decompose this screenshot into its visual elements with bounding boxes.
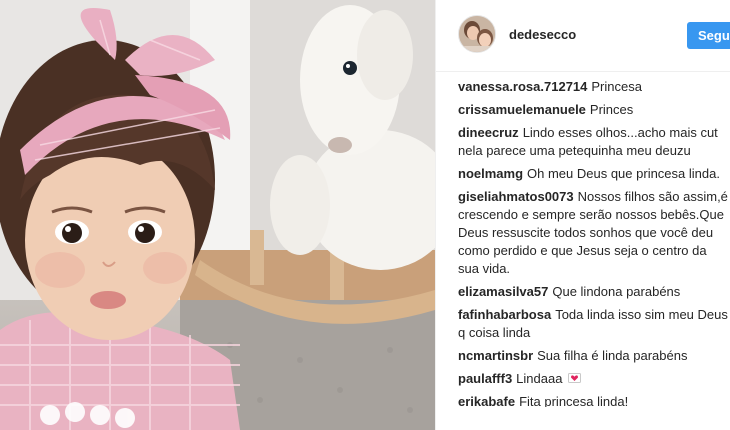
comment-username[interactable]: noelmamg <box>458 166 523 181</box>
comment-item: giseliahmatos0073 Nossos filhos são assim… <box>458 188 728 278</box>
comment-username[interactable]: paulafff3 <box>458 371 512 386</box>
comment-text: Oh meu Deus que princesa linda. <box>527 166 720 181</box>
comment-username[interactable]: giseliahmatos0073 <box>458 189 574 204</box>
comment-item: dineecruz Lindo esses olhos...acho mais c… <box>458 124 728 160</box>
comment-text: Princes <box>589 102 634 117</box>
comments-list: vanessa.rosa.712714 Princesa crissamuelem… <box>458 78 728 412</box>
comment-text: Sua filha é linda parabéns <box>537 348 688 363</box>
comment-item: vanessa.rosa.712714 Princesa <box>458 78 728 96</box>
post-photo[interactable] <box>0 0 435 430</box>
author-avatar[interactable] <box>458 15 496 53</box>
comment-item: noelmamg Oh meu Deus que princesa linda. <box>458 165 728 183</box>
avatar-image <box>459 16 495 52</box>
comment-username[interactable]: crissamuelemanuele <box>458 102 586 117</box>
comment-item: crissamuelemanuele Princes <box>458 101 728 119</box>
follow-button[interactable]: Seguir <box>687 22 730 49</box>
comment-username[interactable]: ncmartinsbr <box>458 348 533 363</box>
comment-username[interactable]: elizamasilva57 <box>458 284 548 299</box>
comment-text: Fita princesa linda! <box>519 394 629 407</box>
comment-text: Princesa <box>591 79 642 94</box>
comment-item: ncmartinsbr Sua filha é linda parabéns <box>458 347 728 365</box>
comment-text: Que lindona parabéns <box>552 284 681 299</box>
comment-username[interactable]: vanessa.rosa.712714 <box>458 79 587 94</box>
comment-item: paulafff3 Lindaaa <box>458 370 728 388</box>
comment-item: elizamasilva57 Que lindona parabéns <box>458 283 728 301</box>
comment-text: Lindaaa <box>516 371 563 386</box>
author-username[interactable]: dedesecco <box>509 27 576 42</box>
comment-username[interactable]: fafinhabarbosa <box>458 307 551 322</box>
photo-illustration <box>0 0 435 430</box>
comment-item: fafinhabarbosa Toda linda isso sim meu De… <box>458 306 728 342</box>
comment-username[interactable]: erikabafe <box>458 394 515 407</box>
post-side-panel: dedesecco Seguir vanessa.rosa.712714Prin… <box>435 0 730 430</box>
heart-letter-icon <box>568 373 582 383</box>
comment-item: erikabafe Fita princesa linda! <box>458 393 728 407</box>
comment-username[interactable]: dineecruz <box>458 125 519 140</box>
post-header: dedesecco Seguir <box>436 0 730 72</box>
